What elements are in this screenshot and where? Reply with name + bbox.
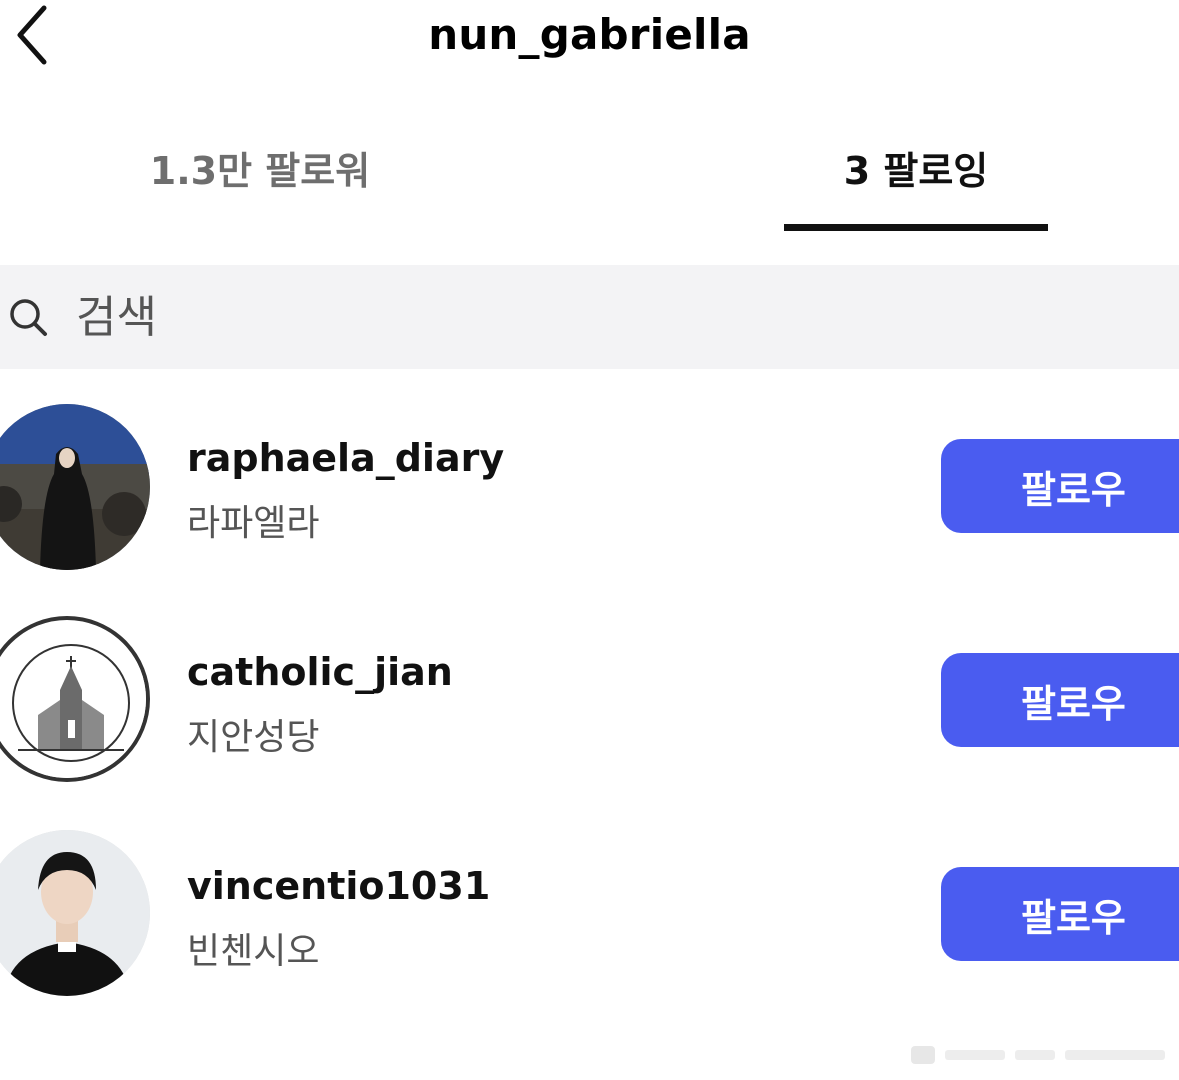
- active-tab-indicator: [784, 224, 1048, 231]
- following-list-screen: nun_gabriella 1.3만 팔로워 3 팔로잉 raphaela_di…: [0, 0, 1179, 1080]
- tab-followers[interactable]: 1.3만 팔로워: [90, 140, 430, 230]
- avatar[interactable]: [0, 616, 150, 782]
- list-item[interactable]: vincentio1031 빈첸시오 팔로우: [0, 828, 1179, 1008]
- username: catholic_jian: [187, 650, 453, 694]
- display-name: 지안성당: [187, 717, 320, 758]
- username: vincentio1031: [187, 864, 491, 908]
- church-logo-icon: [0, 625, 146, 778]
- follow-button[interactable]: 팔로우: [941, 653, 1179, 747]
- search-bar[interactable]: [0, 265, 1179, 369]
- follow-button[interactable]: 팔로우: [941, 439, 1179, 533]
- display-name: 빈첸시오: [187, 931, 320, 972]
- display-name: 라파엘라: [187, 503, 320, 544]
- page-title: nun_gabriella: [428, 10, 751, 59]
- avatar[interactable]: [0, 404, 150, 570]
- username: raphaela_diary: [187, 436, 505, 480]
- avatar[interactable]: [0, 830, 150, 996]
- list-item[interactable]: raphaela_diary 라파엘라 팔로우: [0, 400, 1179, 580]
- search-input[interactable]: [74, 290, 978, 344]
- follow-button[interactable]: 팔로우: [941, 867, 1179, 961]
- watermark-icon: [911, 1046, 1165, 1064]
- list-item[interactable]: catholic_jian 지안성당 팔로우: [0, 614, 1179, 794]
- search-icon: [10, 299, 47, 336]
- tab-following[interactable]: 3 팔로잉: [784, 140, 1048, 230]
